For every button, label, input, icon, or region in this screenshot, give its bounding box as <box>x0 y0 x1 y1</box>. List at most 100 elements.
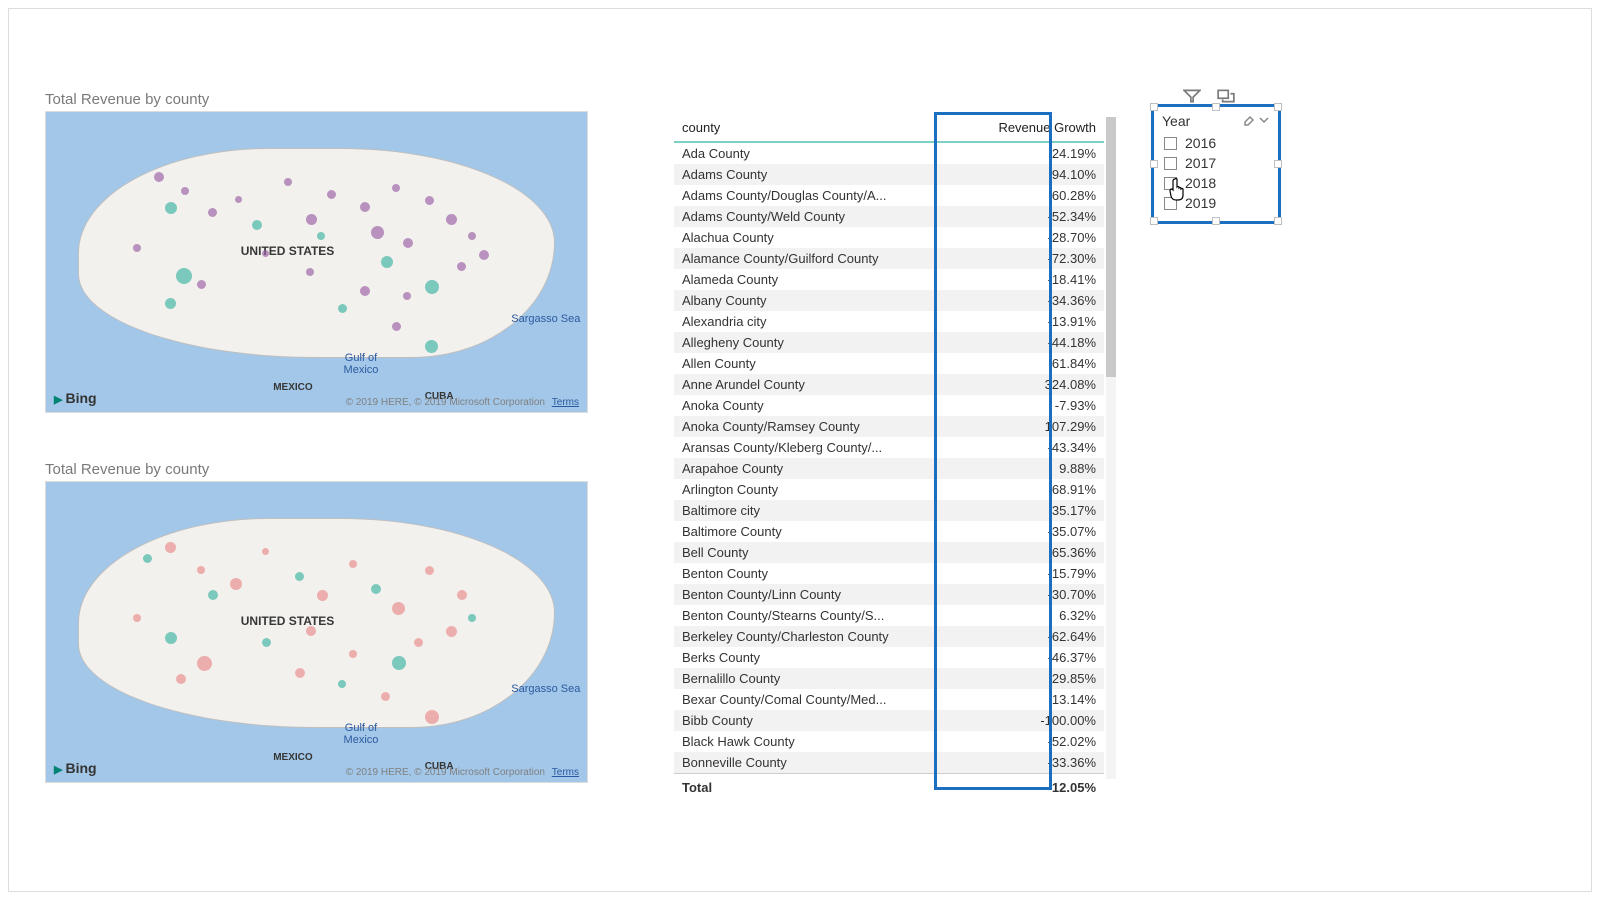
data-point[interactable] <box>403 292 411 300</box>
data-point[interactable] <box>349 650 357 658</box>
table-row[interactable]: Baltimore city35.17% <box>674 500 1104 521</box>
table-scrollbar[interactable] <box>1106 117 1116 779</box>
table-row[interactable]: Adams County94.10% <box>674 164 1104 185</box>
table-row[interactable]: Bell County65.36% <box>674 542 1104 563</box>
table-row[interactable]: Benton County-15.79% <box>674 563 1104 584</box>
table-row[interactable]: Allegheny County-44.18% <box>674 332 1104 353</box>
checkbox[interactable] <box>1164 177 1177 190</box>
cell-growth: 107.29% <box>948 416 1104 437</box>
table-row[interactable]: Berkeley County/Charleston County-62.64% <box>674 626 1104 647</box>
data-point[interactable] <box>230 578 242 590</box>
map-visual-1[interactable]: UNITED STATES MEXICO CUBA Sargasso Sea G… <box>45 111 588 413</box>
table-row[interactable]: Alamance County/Guilford County-72.30% <box>674 248 1104 269</box>
data-point[interactable] <box>306 268 314 276</box>
table-row[interactable]: Alameda County-18.41% <box>674 269 1104 290</box>
data-point[interactable] <box>425 566 434 575</box>
data-point[interactable] <box>425 196 434 205</box>
chevron-down-icon[interactable] <box>1258 113 1270 129</box>
data-point[interactable] <box>317 590 328 601</box>
table-row[interactable]: Adams County/Weld County-52.34% <box>674 206 1104 227</box>
data-point[interactable] <box>371 584 381 594</box>
data-point[interactable] <box>176 268 192 284</box>
cell-growth: -62.64% <box>948 626 1104 647</box>
slicer-header: Year <box>1162 113 1270 129</box>
slicer-item-2016[interactable]: 2016 <box>1162 133 1270 153</box>
table-row[interactable]: Anne Arundel County324.08% <box>674 374 1104 395</box>
col-header-county[interactable]: county <box>674 114 948 142</box>
eraser-icon[interactable] <box>1242 113 1254 129</box>
data-point[interactable] <box>295 572 304 581</box>
data-point[interactable] <box>165 542 176 553</box>
data-point[interactable] <box>133 244 141 252</box>
data-point[interactable] <box>317 232 325 240</box>
data-point[interactable] <box>360 286 370 296</box>
cell-county: Bell County <box>674 542 948 563</box>
checkbox[interactable] <box>1164 137 1177 150</box>
col-header-growth[interactable]: Revenue Growth <box>948 114 1104 142</box>
data-point[interactable] <box>414 638 423 647</box>
data-point[interactable] <box>165 202 177 214</box>
map-terms-link[interactable]: Terms <box>552 767 579 778</box>
slicer-item-label: 2016 <box>1185 135 1216 151</box>
table-row[interactable]: Ada County24.19% <box>674 142 1104 164</box>
table-row[interactable]: Albany County-34.36% <box>674 290 1104 311</box>
data-point[interactable] <box>403 238 413 248</box>
data-point[interactable] <box>425 710 439 724</box>
year-slicer[interactable]: Year 2016 2017 2018 <box>1151 104 1281 224</box>
data-point[interactable] <box>468 232 476 240</box>
total-value: -12.05% <box>948 774 1104 802</box>
table-row[interactable]: Anoka County-7.93% <box>674 395 1104 416</box>
table-row[interactable]: Alachua County-28.70% <box>674 227 1104 248</box>
cell-county: Albany County <box>674 290 948 311</box>
cell-growth: 35.17% <box>948 500 1104 521</box>
checkbox[interactable] <box>1164 197 1177 210</box>
data-point[interactable] <box>165 632 177 644</box>
data-point[interactable] <box>306 626 316 636</box>
slicer-item-2019[interactable]: 2019 <box>1162 193 1270 213</box>
data-point[interactable] <box>295 668 305 678</box>
data-point[interactable] <box>252 220 262 230</box>
data-point[interactable] <box>176 674 186 684</box>
checkbox[interactable] <box>1164 157 1177 170</box>
map2-gulf-label: Gulf ofMexico <box>344 722 379 746</box>
table-row[interactable]: Berks County-46.37% <box>674 647 1104 668</box>
slicer-item-2017[interactable]: 2017 <box>1162 153 1270 173</box>
map1-attribution: © 2019 HERE, © 2019 Microsoft Corporatio… <box>346 397 579 408</box>
table-row[interactable]: Black Hawk County-52.02% <box>674 731 1104 752</box>
table-row[interactable]: Baltimore County-35.07% <box>674 521 1104 542</box>
table-row[interactable]: Aransas County/Kleberg County/...-43.34% <box>674 437 1104 458</box>
table-row[interactable]: Allen County61.84% <box>674 353 1104 374</box>
data-point[interactable] <box>133 614 141 622</box>
cell-growth: -72.30% <box>948 248 1104 269</box>
table-row[interactable]: Anoka County/Ramsey County107.29% <box>674 416 1104 437</box>
map-terms-link[interactable]: Terms <box>552 397 579 408</box>
map-visual-2[interactable]: UNITED STATES MEXICO CUBA Sargasso Sea G… <box>45 481 588 783</box>
data-point[interactable] <box>284 178 292 186</box>
scrollbar-thumb[interactable] <box>1106 117 1116 377</box>
slicer-item-2018[interactable]: 2018 <box>1162 173 1270 193</box>
table-row[interactable]: Bonneville County-33.36% <box>674 752 1104 774</box>
table-row[interactable]: Bernalillo County29.85% <box>674 668 1104 689</box>
table-row[interactable]: Arapahoe County9.88% <box>674 458 1104 479</box>
cell-county: Bernalillo County <box>674 668 948 689</box>
table-row[interactable]: Bexar County/Comal County/Med...13.14% <box>674 689 1104 710</box>
table-row[interactable]: Bibb County-100.00% <box>674 710 1104 731</box>
data-point[interactable] <box>425 340 438 353</box>
cell-growth: 29.85% <box>948 668 1104 689</box>
data-point[interactable] <box>360 202 370 212</box>
cell-county: Alameda County <box>674 269 948 290</box>
data-point[interactable] <box>425 280 439 294</box>
data-point[interactable] <box>165 298 176 309</box>
data-point[interactable] <box>349 560 357 568</box>
table-row[interactable]: Alexandria city-13.91% <box>674 311 1104 332</box>
table-row[interactable]: Arlington County68.91% <box>674 479 1104 500</box>
revenue-growth-table[interactable]: county Revenue Growth Ada County24.19%Ad… <box>674 114 1104 794</box>
data-point[interactable] <box>371 226 384 239</box>
cell-growth: -52.02% <box>948 731 1104 752</box>
data-point[interactable] <box>479 250 489 260</box>
data-point[interactable] <box>306 214 317 225</box>
table-row[interactable]: Benton County/Linn County-30.70% <box>674 584 1104 605</box>
data-point[interactable] <box>468 614 476 622</box>
table-row[interactable]: Adams County/Douglas County/A...60.28% <box>674 185 1104 206</box>
table-row[interactable]: Benton County/Stearns County/S...6.32% <box>674 605 1104 626</box>
